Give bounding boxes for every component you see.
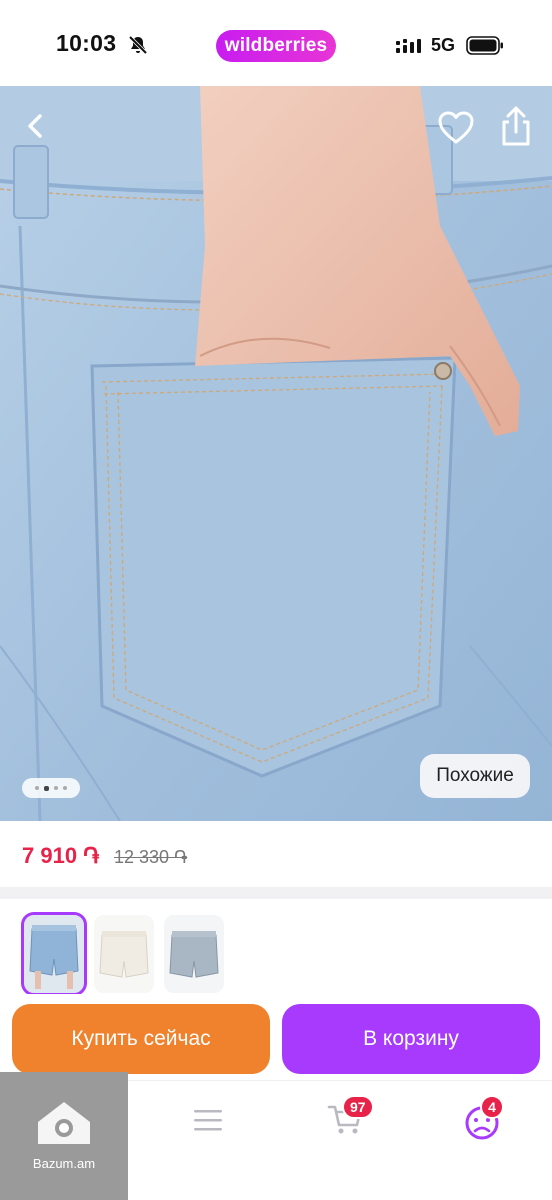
variant-thumb-light-blue[interactable] [21, 912, 87, 996]
cart-count-badge: 97 [342, 1095, 374, 1119]
battery-icon [466, 36, 503, 55]
similar-button[interactable]: Похожие [420, 754, 530, 798]
add-to-cart-button[interactable]: В корзину [282, 1004, 540, 1074]
brand-logo: wildberries [216, 30, 336, 62]
profile-notification-badge: 4 [480, 1095, 504, 1119]
bell-muted-icon [128, 35, 148, 55]
gallery-page-indicator [22, 778, 80, 798]
section-divider [0, 887, 552, 899]
home-icon [38, 1102, 90, 1144]
back-button[interactable] [18, 108, 54, 144]
variant-thumb-white[interactable] [94, 915, 154, 993]
status-time: 10:03 [56, 30, 117, 56]
share-icon[interactable] [496, 104, 536, 148]
product-gallery[interactable]: Похожие [0, 86, 552, 821]
watermark: Bazum.am [0, 1072, 128, 1200]
page-dot [54, 786, 58, 790]
price-section: 7 910 ֏ 12 330 ֏ [0, 821, 552, 887]
color-variants [0, 899, 552, 1009]
variant-thumb-grey[interactable] [164, 915, 224, 993]
page-dot [63, 786, 67, 790]
favorite-heart-icon[interactable] [436, 108, 476, 148]
signal-icon [396, 39, 421, 53]
price-current: 7 910 ֏ [22, 843, 100, 868]
product-photo [0, 86, 552, 821]
purchase-action-bar: Купить сейчас В корзину [0, 994, 552, 1080]
menu-icon[interactable] [192, 1107, 224, 1133]
page-dot-active [44, 785, 49, 791]
buy-now-button[interactable]: Купить сейчас [12, 1004, 270, 1074]
page-dot [35, 786, 39, 790]
price-old: 12 330 ֏ [114, 847, 188, 867]
watermark-text: Bazum.am [32, 1156, 96, 1171]
network-type: 5G [431, 35, 456, 55]
status-bar: 10:03 wildberries 5G [0, 0, 552, 86]
